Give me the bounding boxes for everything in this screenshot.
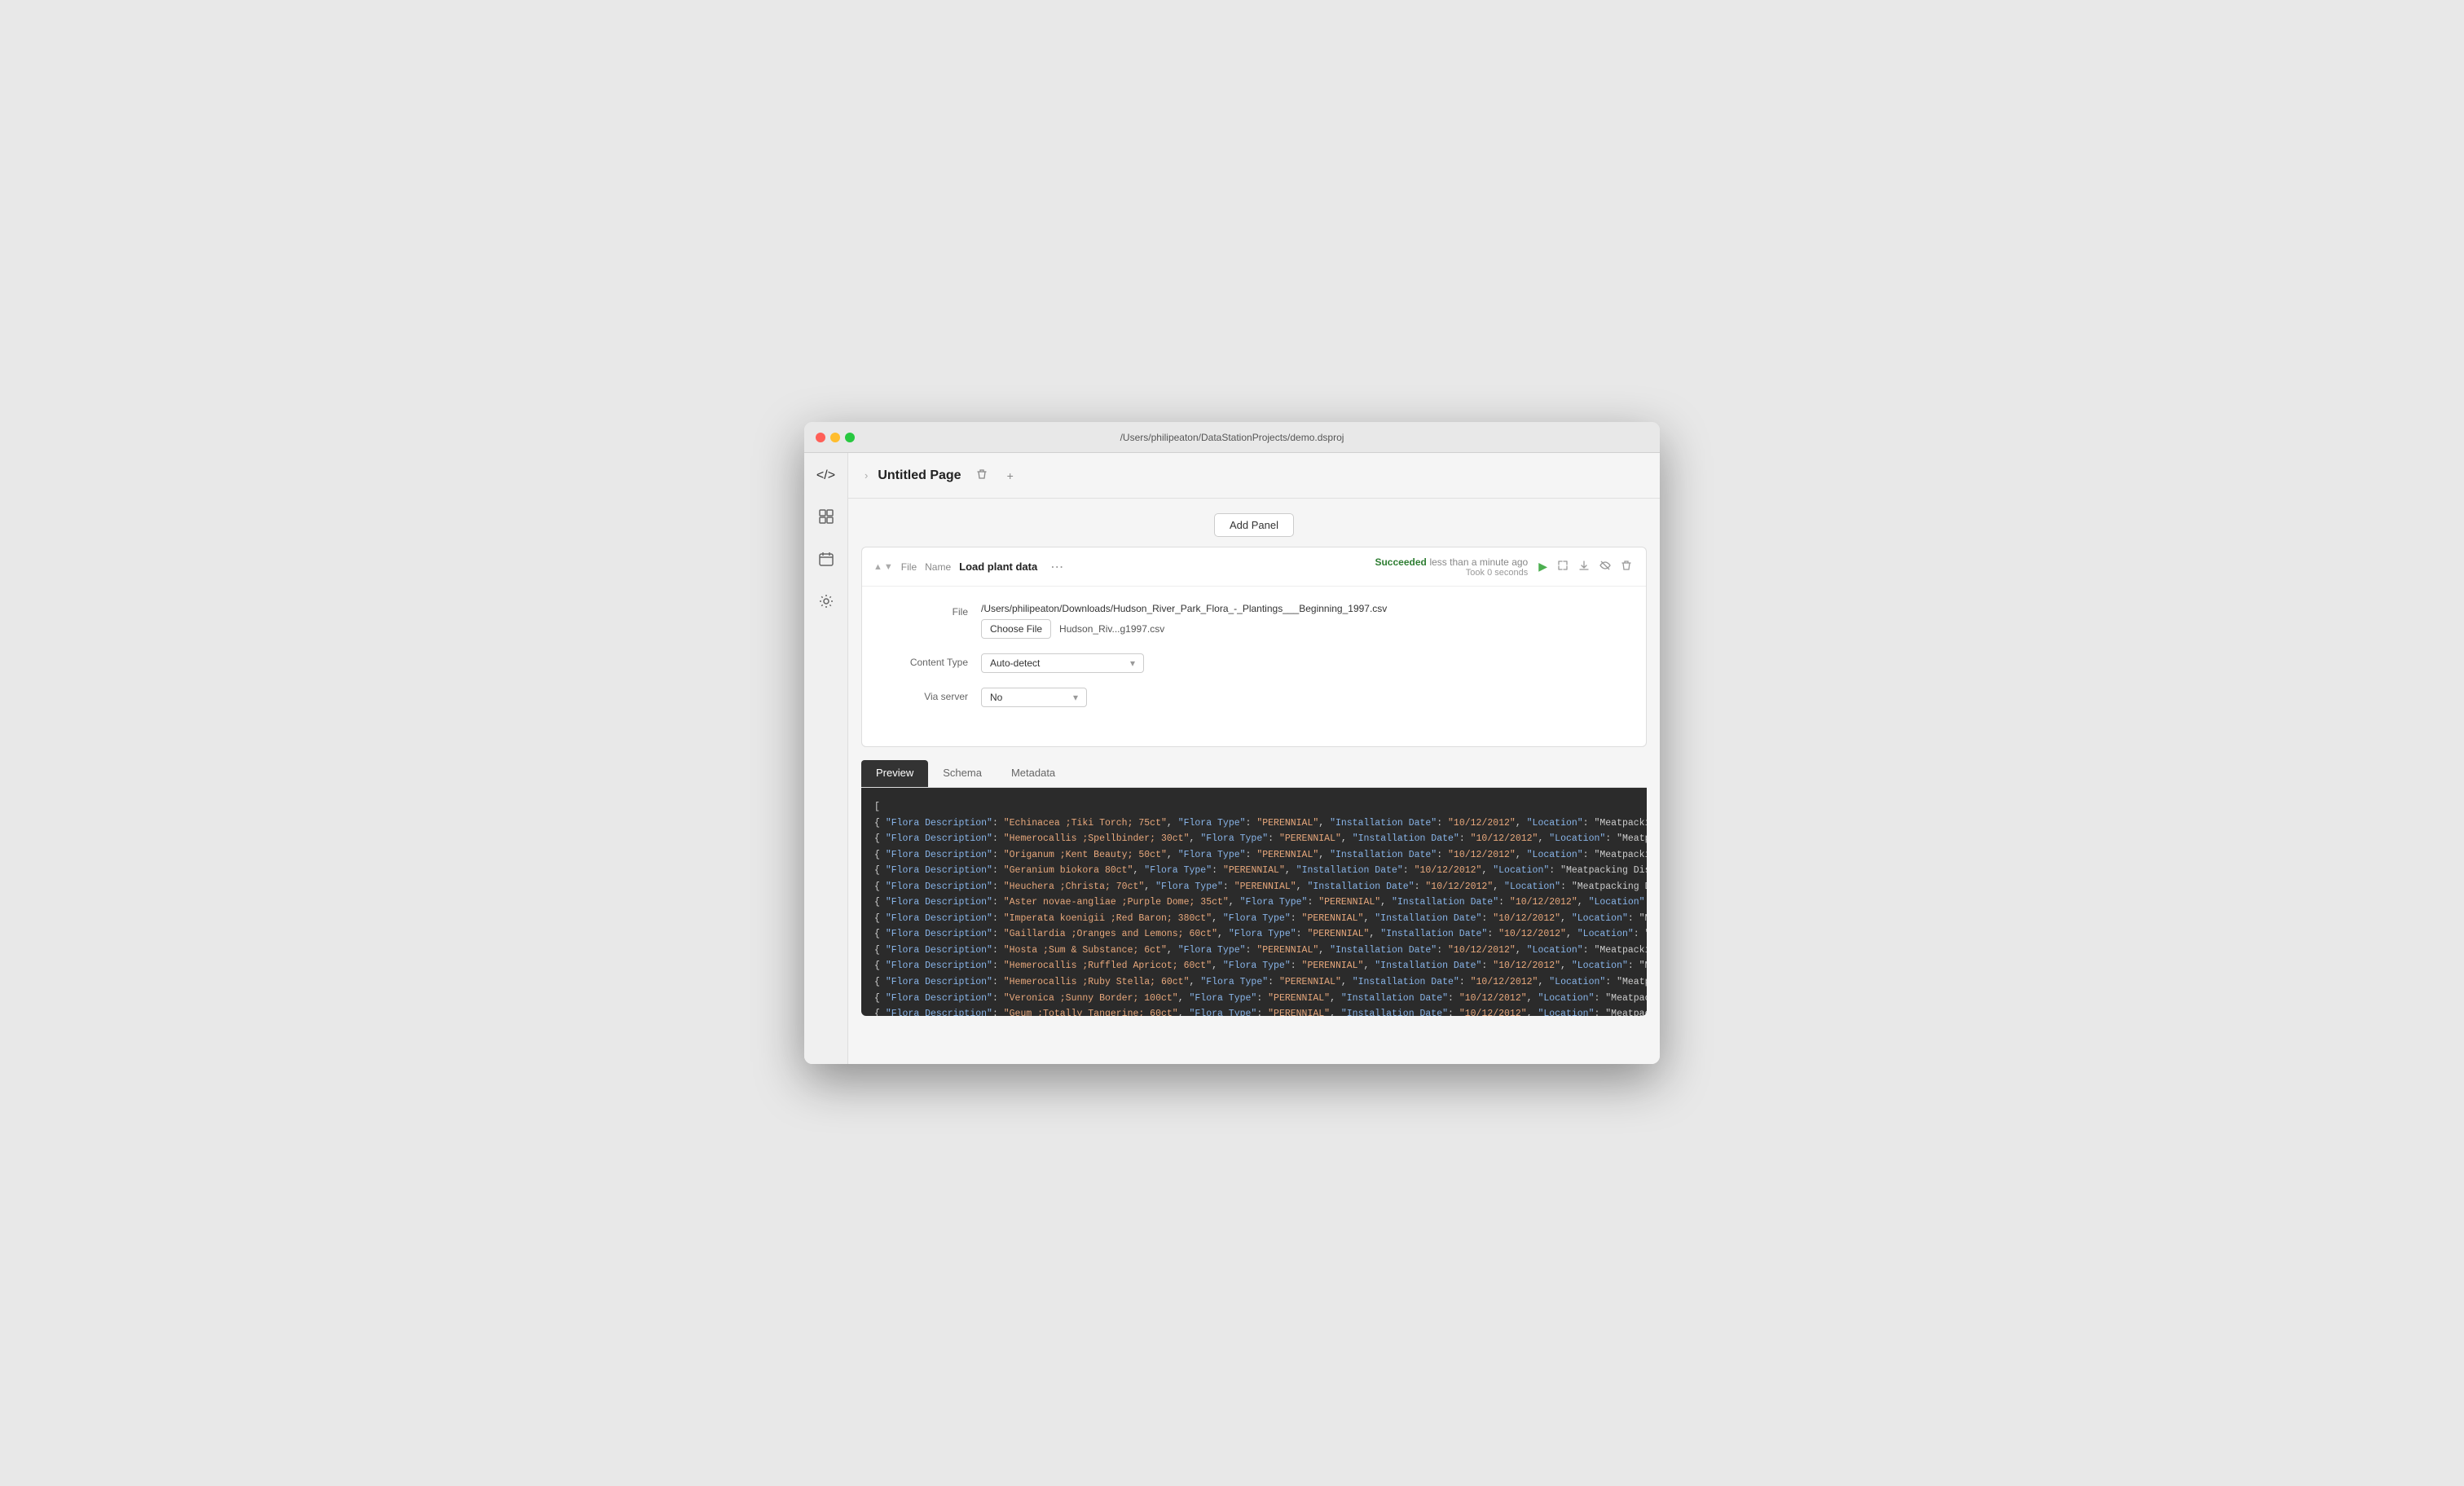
json-line: { "Flora Description": "Geum ;Totally Ta…: [874, 1006, 1634, 1016]
json-line: { "Flora Description": "Gaillardia ;Oran…: [874, 926, 1634, 943]
run-button[interactable]: ▶: [1536, 557, 1550, 576]
file-label: File: [887, 603, 968, 618]
app-window: /Users/philipeaton/DataStationProjects/d…: [804, 422, 1660, 1064]
json-line: { "Flora Description": "Origanum ;Kent B…: [874, 847, 1634, 864]
json-line: { "Flora Description": "Echinacea ;Tiki …: [874, 816, 1634, 832]
json-line: { "Flora Description": "Hosta ;Sum & Sub…: [874, 943, 1634, 959]
tab-preview[interactable]: Preview: [861, 760, 928, 787]
tab-metadata[interactable]: Metadata: [997, 760, 1070, 787]
status-area: Succeeded less than a minute ago Took 0 …: [1375, 556, 1528, 578]
add-panel-button[interactable]: Add Panel: [1214, 513, 1294, 537]
arrow-down-icon[interactable]: ▼: [884, 562, 893, 572]
maximize-button[interactable]: [845, 433, 855, 442]
panel-menu-button[interactable]: ⋯: [1045, 557, 1068, 577]
panel-header-right: Succeeded less than a minute ago Took 0 …: [1375, 556, 1635, 578]
json-line: { "Flora Description": "Imperata koenigi…: [874, 911, 1634, 927]
content-type-select[interactable]: Auto-detect ▾: [981, 653, 1144, 673]
expand-button[interactable]: [1555, 557, 1571, 576]
titlebar: /Users/philipeaton/DataStationProjects/d…: [804, 422, 1660, 453]
window-title: /Users/philipeaton/DataStationProjects/d…: [1120, 432, 1344, 443]
json-line: { "Flora Description": "Hemerocallis ;Ru…: [874, 958, 1634, 974]
status-succeeded: Succeeded: [1375, 556, 1426, 568]
via-server-value: No: [990, 692, 1002, 703]
chevron-down-icon: ▾: [1130, 657, 1135, 669]
json-line: [: [874, 799, 1634, 816]
arrow-up-icon[interactable]: ▲: [873, 562, 882, 572]
panel-type: File: [901, 561, 917, 573]
add-page-button[interactable]: +: [1002, 467, 1019, 485]
json-line: { "Flora Description": "Hemerocallis ;Ru…: [874, 974, 1634, 991]
minimize-button[interactable]: [830, 433, 840, 442]
main-content: › Untitled Page + Add Panel ▲: [848, 453, 1660, 1064]
status-time: less than a minute ago: [1429, 556, 1528, 568]
panel-name-label: Name: [925, 561, 951, 573]
panel-body: File /Users/philipeaton/Downloads/Hudson…: [862, 587, 1646, 746]
tab-schema[interactable]: Schema: [928, 760, 997, 787]
panel-nav-arrows: ▲ ▼: [873, 562, 893, 572]
choose-file-button[interactable]: Choose File: [981, 619, 1051, 639]
json-line: { "Flora Description": "Heuchera ;Christ…: [874, 879, 1634, 895]
delete-panel-button[interactable]: [1618, 557, 1635, 576]
add-panel-area: Add Panel: [848, 499, 1660, 547]
status-took: Took 0 seconds: [1466, 568, 1528, 578]
file-display-name: Hudson_Riv...g1997.csv: [1059, 623, 1164, 635]
json-line: { "Flora Description": "Hemerocallis ;Sp…: [874, 831, 1634, 847]
code-icon: </>: [816, 468, 835, 483]
file-path: /Users/philipeaton/Downloads/Hudson_Rive…: [981, 603, 1621, 614]
panel-actions: ▶: [1536, 557, 1635, 576]
grid-icon: [819, 509, 834, 528]
download-button[interactable]: [1576, 557, 1592, 576]
json-line: { "Flora Description": "Veronica ;Sunny …: [874, 991, 1634, 1007]
panel-header: ▲ ▼ File Name Load plant data ⋯ Succeede…: [862, 547, 1646, 587]
content-type-value: Auto-detect: [990, 657, 1040, 669]
sidebar-item-settings[interactable]: [813, 590, 839, 616]
json-line: { "Flora Description": "Geranium biokora…: [874, 863, 1634, 879]
app-body: </>: [804, 453, 1660, 1064]
sidebar-item-grid[interactable]: [813, 505, 839, 531]
page-title: Untitled Page: [878, 468, 961, 483]
page-header: › Untitled Page +: [848, 453, 1660, 499]
file-input-row: Choose File Hudson_Riv...g1997.csv: [981, 619, 1621, 639]
traffic-lights: [816, 433, 855, 442]
via-server-select[interactable]: No ▾: [981, 688, 1087, 707]
panel: ▲ ▼ File Name Load plant data ⋯ Succeede…: [861, 547, 1647, 747]
delete-page-button[interactable]: [971, 466, 992, 485]
sidebar-item-calendar[interactable]: [813, 547, 839, 574]
chevron-down-icon-2: ▾: [1073, 692, 1078, 703]
via-server-label: Via server: [887, 688, 968, 702]
json-line: { "Flora Description": "Aster novae-angl…: [874, 895, 1634, 911]
sidebar-item-code[interactable]: </>: [813, 463, 839, 489]
via-server-row: Via server No ▾: [887, 688, 1621, 707]
status-line: Succeeded less than a minute ago: [1375, 556, 1528, 568]
close-button[interactable]: [816, 433, 825, 442]
file-row: File /Users/philipeaton/Downloads/Hudson…: [887, 603, 1621, 639]
hide-button[interactable]: [1597, 557, 1613, 576]
preview-pane: [ { "Flora Description": "Echinacea ;Tik…: [861, 788, 1647, 1016]
preview-tabs: Preview Schema Metadata: [861, 760, 1647, 788]
nav-chevron-right[interactable]: ›: [865, 469, 868, 481]
gear-icon: [819, 594, 834, 613]
sidebar: </>: [804, 453, 848, 1064]
content-type-row: Content Type Auto-detect ▾: [887, 653, 1621, 673]
calendar-icon: [819, 552, 834, 570]
content-type-label: Content Type: [887, 653, 968, 668]
panel-name[interactable]: Load plant data: [959, 561, 1037, 573]
